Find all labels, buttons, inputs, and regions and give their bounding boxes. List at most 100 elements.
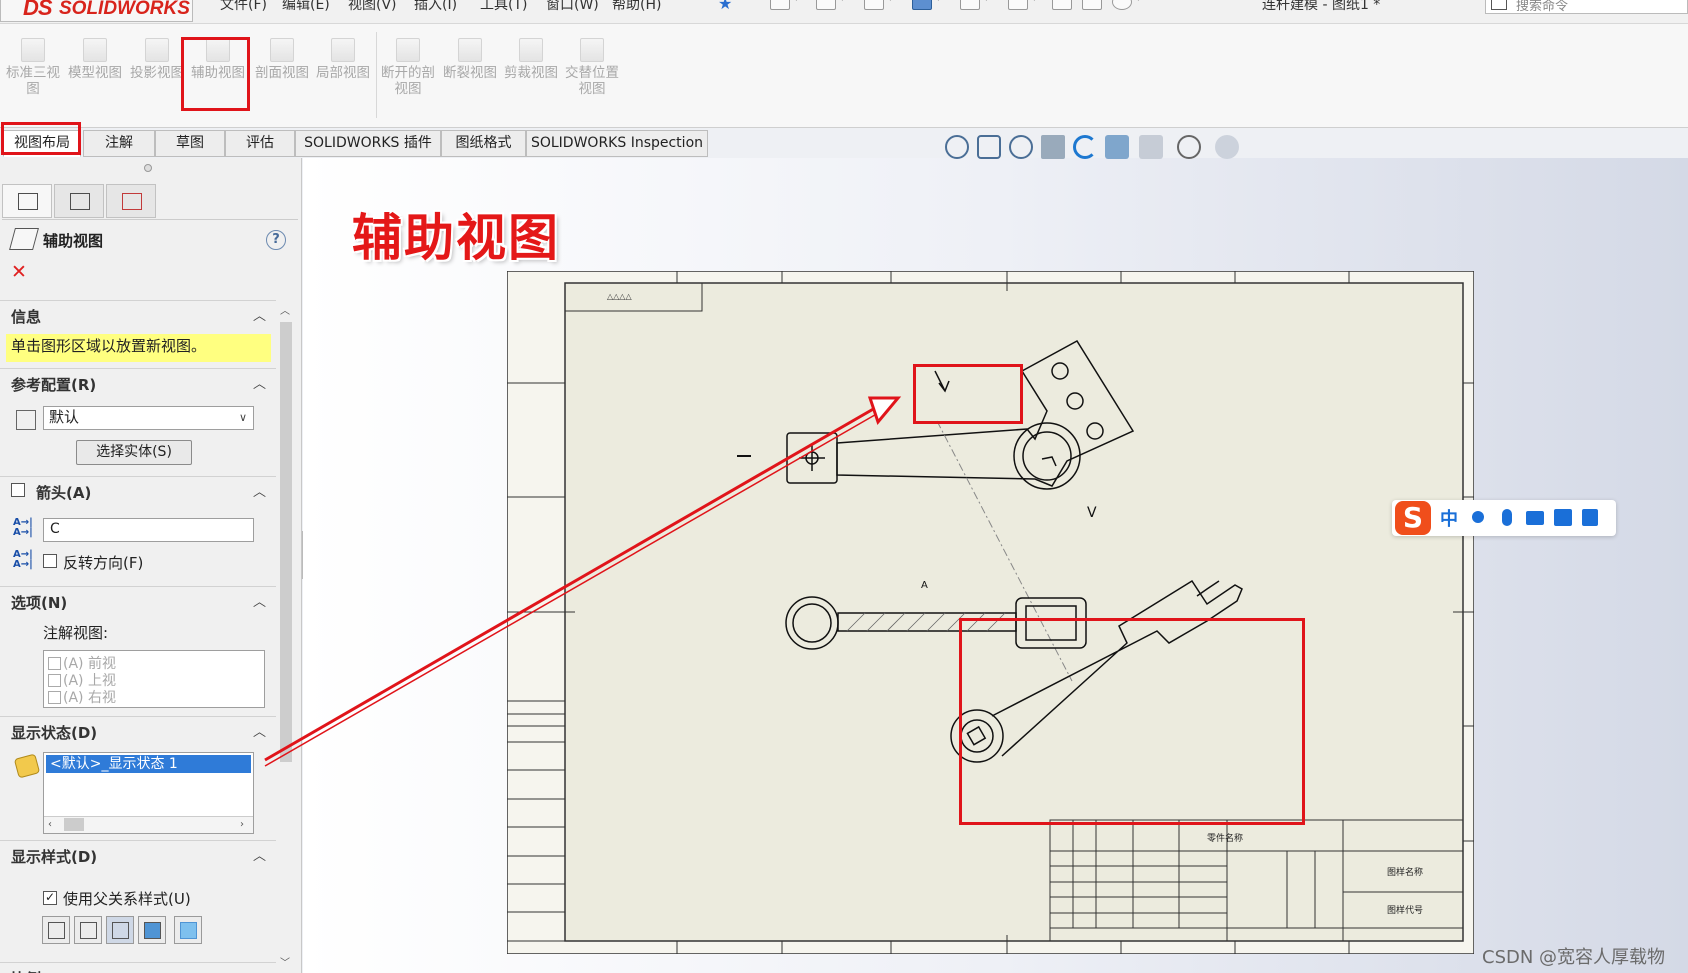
hidden-lines-visible-button[interactable]	[74, 916, 102, 944]
new-dropdown-icon[interactable]: ▾	[794, 0, 799, 4]
file-properties-icon[interactable]	[1082, 0, 1102, 10]
scroll-thumb[interactable]	[280, 322, 292, 762]
undo-dropdown-icon[interactable]: ▾	[984, 0, 989, 4]
tab-view-layout[interactable]: 视图布局	[3, 130, 81, 157]
section-view-hud-icon[interactable]	[1041, 135, 1065, 159]
menu-insert[interactable]: 插入(I)	[414, 0, 457, 14]
hidden-lines-removed-button[interactable]	[106, 916, 134, 944]
reference-config-select[interactable]: 默认 ∨	[43, 406, 254, 430]
chevron-up-icon[interactable]: ︿	[253, 591, 266, 610]
ime-chinese-mode[interactable]: 中	[1440, 505, 1458, 531]
print-dropdown-icon[interactable]: ▾	[936, 0, 941, 4]
tab-evaluate[interactable]: 评估	[225, 130, 295, 157]
scroll-left-icon[interactable]: ‹	[48, 819, 52, 830]
rotate-view-icon[interactable]	[1073, 135, 1097, 159]
save-icon[interactable]	[864, 0, 884, 10]
chevron-up-icon[interactable]: ︿	[253, 373, 266, 392]
wireframe-button[interactable]	[42, 916, 70, 944]
panel-collapse-handle[interactable]	[144, 164, 152, 172]
checkbox[interactable]	[48, 674, 61, 687]
punctuation-icon[interactable]	[1472, 511, 1484, 523]
feature-manager-tab[interactable]	[2, 184, 52, 218]
scroll-right-icon[interactable]: ›	[240, 819, 244, 830]
menu-view[interactable]: 视图(V)	[348, 0, 397, 14]
checkbox[interactable]	[48, 657, 61, 670]
open-file-icon[interactable]	[816, 0, 836, 10]
checkbox[interactable]	[48, 691, 61, 704]
info-group-header[interactable]: 信息 ︿	[0, 300, 276, 326]
scroll-thumb[interactable]	[64, 818, 84, 831]
keyboard-icon[interactable]	[1526, 511, 1544, 525]
undo-icon[interactable]	[960, 0, 980, 10]
tab-solidworks-addins[interactable]: SOLIDWORKS 插件	[295, 130, 441, 157]
display-style-group-header[interactable]: 显示样式(D) ︿	[0, 840, 276, 866]
use-parent-style-checkbox[interactable]: ✓	[43, 891, 57, 905]
toolbox-grid-icon[interactable]	[1582, 509, 1598, 526]
help-icon[interactable]: ?	[266, 230, 286, 250]
tab-sheet-format[interactable]: 图纸格式	[441, 130, 526, 157]
configuration-manager-tab[interactable]	[106, 184, 156, 218]
options-dropdown-icon[interactable]: ▾	[1136, 0, 1141, 4]
view-orientation-icon[interactable]	[1105, 135, 1129, 159]
zoom-to-fit-icon[interactable]	[945, 135, 969, 159]
chevron-up-icon[interactable]: ︿	[253, 481, 266, 500]
skin-shirt-icon[interactable]	[1554, 509, 1572, 526]
tab-sketch[interactable]: 草图	[155, 130, 225, 157]
drawing-sheet[interactable]: △△△△ V A 零件名称 图样名称 图样代号	[506, 270, 1475, 955]
shaded-with-edges-button[interactable]	[138, 916, 166, 944]
reference-config-group-header[interactable]: 参考配置(R) ︿	[0, 368, 276, 394]
projected-view-button[interactable]: 投影视图	[128, 38, 186, 116]
detail-view-button[interactable]: 局部视图	[314, 38, 372, 116]
close-icon[interactable]: ✕	[11, 261, 27, 283]
display-style-hud-icon[interactable]	[1139, 135, 1163, 159]
section-view-button[interactable]: 剖面视图	[253, 38, 311, 116]
print-icon[interactable]	[912, 0, 932, 10]
reverse-direction-checkbox[interactable]	[43, 554, 57, 568]
arrow-label-input[interactable]: C	[43, 518, 254, 542]
microphone-icon[interactable]	[1502, 509, 1512, 526]
options-group-header[interactable]: 选项(N) ︿	[0, 586, 276, 612]
crop-view-button[interactable]: 剪裁视图	[502, 38, 560, 116]
auxiliary-view-button[interactable]: 辅助视图	[189, 38, 247, 116]
zoom-to-area-icon[interactable]	[977, 135, 1001, 159]
scale-group-header[interactable]: 比例	[0, 962, 276, 973]
previous-view-icon[interactable]	[1009, 135, 1033, 159]
chevron-up-icon[interactable]: ︿	[253, 845, 266, 864]
chevron-up-icon[interactable]: ︿	[253, 305, 266, 324]
menu-edit[interactable]: 编辑(E)	[282, 0, 330, 14]
scroll-down-icon[interactable]: ﹀	[280, 954, 290, 969]
tab-annotation[interactable]: 注解	[83, 130, 155, 157]
break-view-button[interactable]: 断裂视图	[441, 38, 499, 116]
horizontal-scrollbar[interactable]: ‹ ›	[44, 816, 253, 833]
select-dropdown-icon[interactable]: ▾	[1032, 0, 1037, 4]
save-dropdown-icon[interactable]: ▾	[888, 0, 893, 4]
new-file-icon[interactable]	[770, 0, 790, 10]
options-gear-icon[interactable]	[1112, 0, 1132, 10]
property-manager-tab[interactable]	[54, 184, 104, 218]
menu-help[interactable]: 帮助(H)	[612, 0, 661, 14]
panel-vertical-scrollbar[interactable]: ︿ ﹀	[278, 300, 294, 973]
tab-solidworks-inspection[interactable]: SOLIDWORKS Inspection	[526, 130, 708, 157]
pin-icon[interactable]: ★	[718, 0, 732, 13]
arrow-group-header[interactable]: 箭头(A) ︿	[0, 476, 276, 502]
menu-tools[interactable]: 工具(T)	[480, 0, 527, 14]
alternate-position-view-button[interactable]: 交替位置视图	[563, 38, 621, 116]
arrow-checkbox[interactable]	[11, 483, 25, 497]
chevron-up-icon[interactable]: ︿	[253, 721, 266, 740]
standard-3-view-button[interactable]: 标准三视图	[4, 38, 62, 116]
search-commands-box[interactable]: 搜索命令	[1485, 0, 1688, 14]
solidworks-logo[interactable]: DS SOLIDWORKS	[0, 0, 193, 22]
display-state-group-header[interactable]: 显示状态(D) ︿	[0, 716, 276, 742]
annotation-view-item[interactable]: (A) 右视	[48, 687, 116, 707]
sogou-logo-icon[interactable]: S	[1395, 501, 1431, 535]
select-arrow-icon[interactable]	[1008, 0, 1028, 10]
display-state-item[interactable]: <默认>_显示状态 1	[46, 755, 251, 773]
menu-window[interactable]: 窗口(W)	[546, 0, 599, 14]
model-view-button[interactable]: 模型视图	[66, 38, 124, 116]
menu-file[interactable]: 文件(F)	[220, 0, 267, 14]
broken-out-section-button[interactable]: 断开的剖视图	[379, 38, 437, 116]
rebuild-icon[interactable]	[1052, 0, 1072, 10]
scroll-up-icon[interactable]: ︿	[280, 302, 290, 317]
edit-appearance-icon[interactable]	[1215, 135, 1239, 159]
shaded-button[interactable]	[174, 916, 202, 944]
